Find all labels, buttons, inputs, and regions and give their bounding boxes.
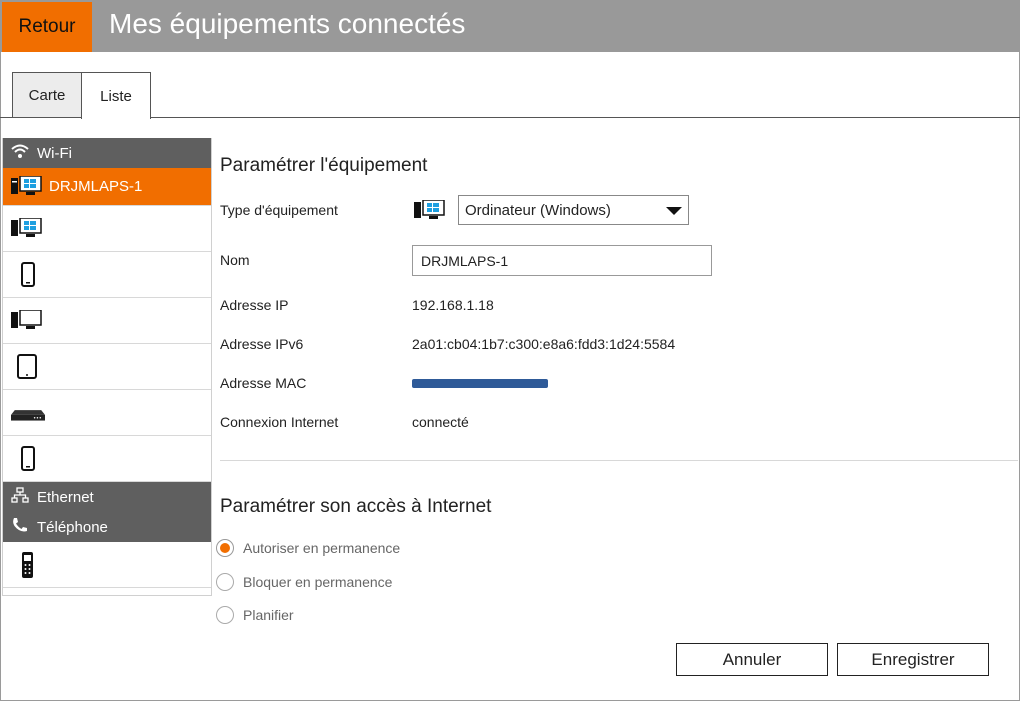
radio-label: Bloquer en permanence <box>243 574 393 590</box>
device-item-phone-1[interactable] <box>3 542 211 588</box>
name-label: Nom <box>220 252 250 268</box>
chevron-down-icon <box>666 207 682 215</box>
device-type-select[interactable]: Ordinateur (Windows) <box>458 195 689 225</box>
ip-label: Adresse IP <box>220 297 289 313</box>
windows-computer-icon <box>11 216 45 242</box>
group-label-wifi: Wi-Fi <box>37 144 72 162</box>
device-item-3[interactable]: … <box>3 252 211 298</box>
device-type-value: Ordinateur (Windows) <box>465 201 611 219</box>
smartphone-icon <box>11 445 45 472</box>
radio-button[interactable] <box>216 573 234 591</box>
tablet-icon <box>11 353 45 380</box>
internet-connection-label: Connexion Internet <box>220 414 339 430</box>
device-type-label: Type d'équipement <box>220 202 338 218</box>
page-title: Mes équipements connectés <box>109 8 466 39</box>
device-settings-title: Paramétrer l'équipement <box>220 155 428 176</box>
tab-carte[interactable]: Carte <box>12 72 82 118</box>
network-icon <box>11 487 29 507</box>
group-label-phone: Téléphone <box>37 518 108 536</box>
cordless-phone-icon <box>11 551 45 578</box>
mac-label: Adresse MAC <box>220 375 307 391</box>
back-button[interactable]: Retour <box>2 2 92 52</box>
device-item-7[interactable] <box>3 436 211 482</box>
device-list-sidebar: Wi-Fi DRJMLAPS-1 … <box>2 138 212 596</box>
network-device-icon <box>11 400 45 426</box>
smartphone-icon <box>11 261 45 288</box>
ipv6-value: 2a01:cb04:1b7:c300:e8a6:fdd3:1d24:5584 <box>412 336 676 352</box>
radio-button[interactable] <box>216 539 234 557</box>
ip-value: 192.168.1.18 <box>412 297 494 313</box>
internet-connection-status: connecté <box>412 414 469 430</box>
save-button[interactable]: Enregistrer <box>837 643 989 676</box>
windows-computer-icon <box>414 199 446 227</box>
radio-allow-always[interactable]: Autoriser en permanence <box>216 539 400 557</box>
group-header-wifi[interactable]: Wi-Fi <box>3 138 211 168</box>
windows-computer-icon <box>11 174 45 200</box>
phone-icon <box>11 517 29 537</box>
group-header-phone[interactable]: Téléphone <box>3 512 211 542</box>
device-name: DRJMLAPS-1 <box>49 178 143 195</box>
radio-label: Autoriser en permanence <box>243 540 401 556</box>
radio-block-always[interactable]: Bloquer en permanence <box>216 573 392 591</box>
group-label-ethernet: Ethernet <box>37 488 94 506</box>
cancel-button[interactable]: Annuler <box>676 643 828 676</box>
radio-schedule[interactable]: Planifier <box>216 606 294 624</box>
tab-liste[interactable]: Liste <box>81 72 151 119</box>
ipv6-label: Adresse IPv6 <box>220 336 304 352</box>
radio-button[interactable] <box>216 606 234 624</box>
device-name-input[interactable]: DRJMLAPS-1 <box>412 245 712 276</box>
top-header: Retour Mes équipements connectés <box>0 0 1020 52</box>
desktop-computer-icon <box>11 308 45 334</box>
device-item-5[interactable] <box>3 344 211 390</box>
device-item-6[interactable] <box>3 390 211 436</box>
device-item-drjmlaps-1[interactable]: DRJMLAPS-1 <box>3 168 211 206</box>
access-settings-title: Paramétrer son accès à Internet <box>220 496 492 517</box>
mac-value <box>412 375 552 393</box>
redaction-mark <box>412 379 548 388</box>
wifi-icon <box>11 143 29 163</box>
group-header-ethernet[interactable]: Ethernet <box>3 482 211 512</box>
device-item-2[interactable] <box>3 206 211 252</box>
device-item-4[interactable] <box>3 298 211 344</box>
radio-label: Planifier <box>243 607 294 623</box>
view-tabs: Carte Liste <box>0 72 1020 119</box>
section-divider <box>220 460 1018 461</box>
